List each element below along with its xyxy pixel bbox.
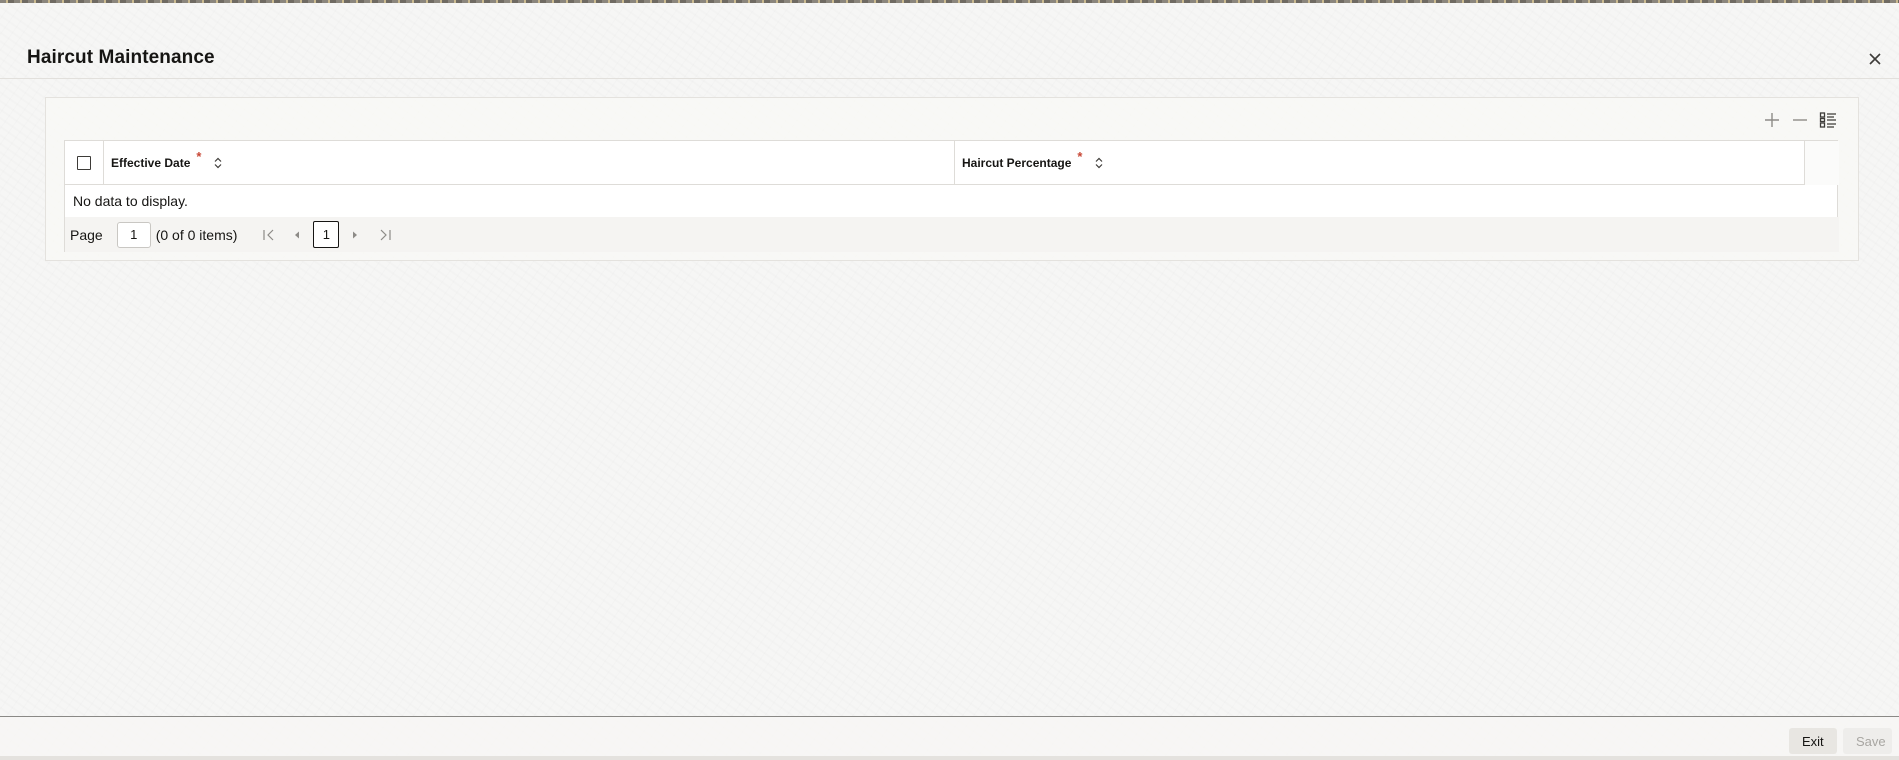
page-number-input[interactable] xyxy=(116,221,151,248)
column-header-haircut-percentage[interactable]: Haircut Percentage * xyxy=(955,141,1805,185)
first-page-icon[interactable] xyxy=(261,225,277,245)
pagination-bar: Page (0 of 0 items) 1 xyxy=(65,217,1839,252)
haircut-table: Effective Date * Haircut Percentage * No… xyxy=(64,140,1839,252)
empty-message: No data to display. xyxy=(73,193,188,209)
next-page-icon[interactable] xyxy=(347,225,363,245)
haircut-grid-panel: Effective Date * Haircut Percentage * No… xyxy=(45,97,1859,261)
column-label: Effective Date xyxy=(111,156,191,170)
last-page-icon[interactable] xyxy=(377,225,393,245)
current-page-button[interactable]: 1 xyxy=(313,221,340,248)
header-filler xyxy=(1805,141,1839,185)
save-button[interactable]: Save xyxy=(1843,728,1892,754)
page-title: Haircut Maintenance xyxy=(27,47,215,68)
grid-toolbar xyxy=(1762,110,1838,130)
dialog-footer: Exit Save xyxy=(0,716,1899,760)
dialog-header: Haircut Maintenance xyxy=(0,3,1899,79)
sort-icon[interactable] xyxy=(213,157,223,169)
table-header: Effective Date * Haircut Percentage * xyxy=(65,141,1839,185)
exit-button[interactable]: Exit xyxy=(1789,728,1837,754)
page-label: Page xyxy=(70,226,103,243)
bottom-border xyxy=(0,756,1899,760)
select-all-checkbox[interactable] xyxy=(77,156,91,170)
item-count: (0 of 0 items) xyxy=(155,226,238,243)
required-marker: * xyxy=(1077,148,1083,164)
prev-page-icon[interactable] xyxy=(289,225,305,245)
close-icon[interactable] xyxy=(1864,48,1886,70)
sort-icon[interactable] xyxy=(1094,157,1104,169)
required-marker: * xyxy=(196,148,202,164)
column-label: Haircut Percentage xyxy=(962,156,1072,170)
column-header-effective-date[interactable]: Effective Date * xyxy=(104,141,955,185)
select-all-cell xyxy=(65,141,104,185)
list-view-icon[interactable] xyxy=(1818,110,1838,130)
plus-icon[interactable] xyxy=(1762,110,1782,130)
minus-icon[interactable] xyxy=(1790,110,1810,130)
